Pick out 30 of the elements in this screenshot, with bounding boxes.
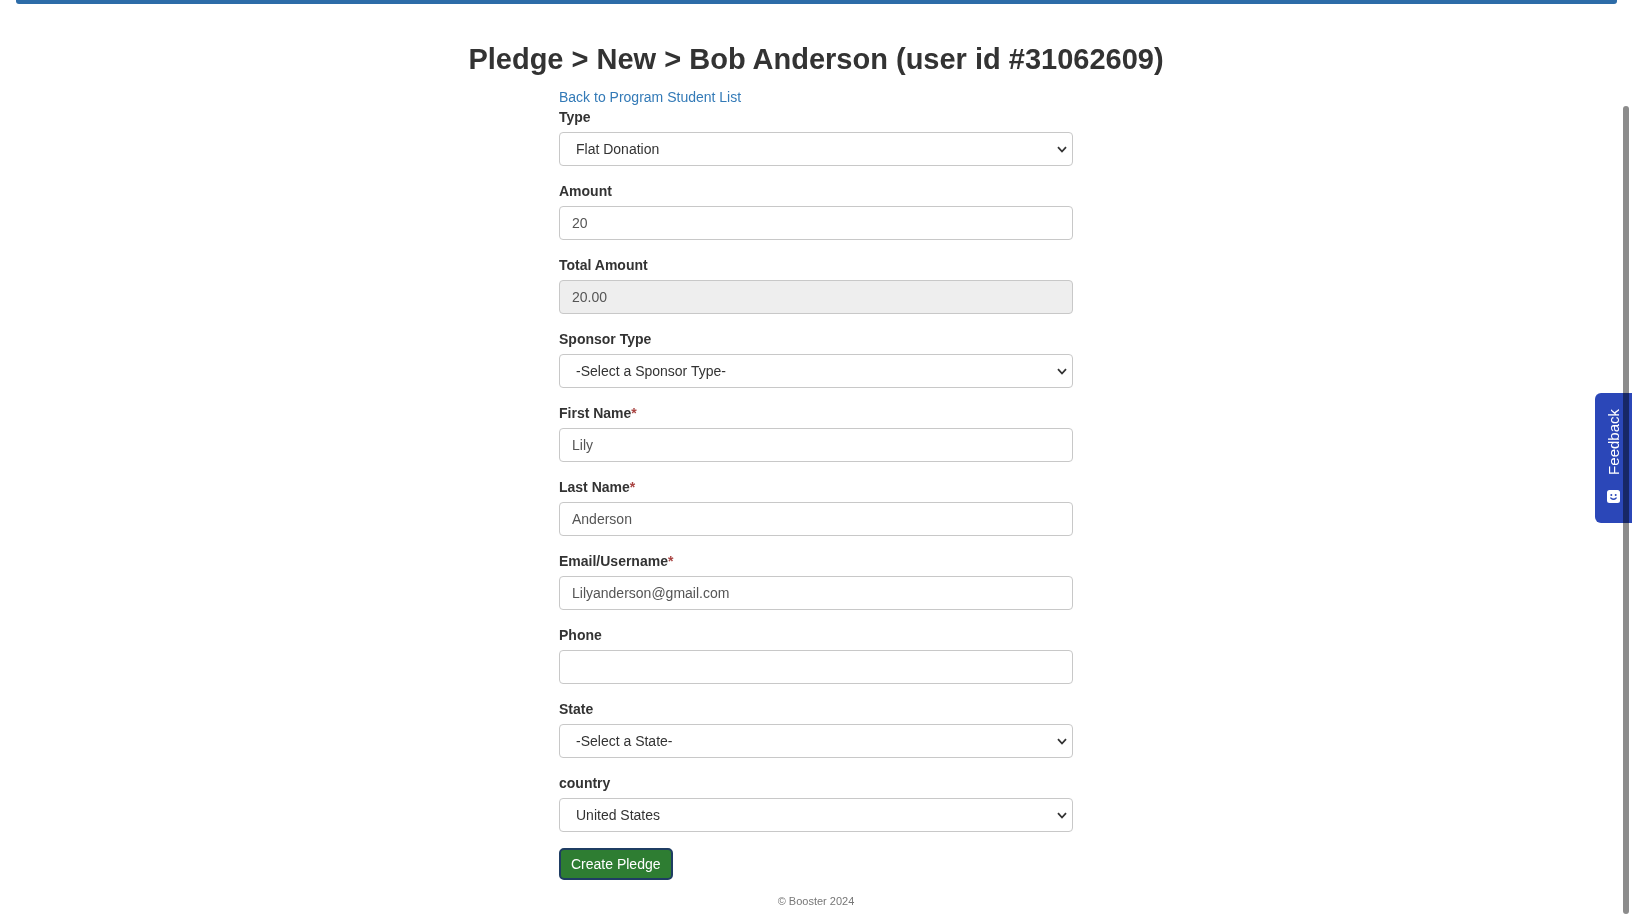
field-label: First Name*	[559, 404, 637, 423]
field-label: Total Amount	[559, 256, 648, 275]
field-label: Type	[559, 108, 591, 127]
chevron-icon	[1057, 145, 1067, 153]
chevron-icon	[1057, 811, 1067, 819]
dropdown[interactable]: Flat Donation	[559, 132, 1073, 166]
smiley-icon	[1607, 489, 1620, 503]
dropdown[interactable]: -Select a Sponsor Type-	[559, 354, 1073, 388]
input-field[interactable]: Lily	[559, 428, 1073, 462]
field-label: Last Name*	[559, 478, 636, 497]
input-field[interactable]: Lilyanderson@gmail.com	[559, 576, 1073, 610]
copyright-text: © Booster 2024	[777, 894, 855, 909]
back-link[interactable]: Back to Program Student List	[559, 87, 742, 107]
field-label: Phone	[559, 626, 602, 645]
field-label: Email/Username*	[559, 552, 674, 571]
page-title: Pledge > New > Bob Anderson (user id #31062609)	[468, 42, 1164, 77]
input-field[interactable]	[559, 650, 1073, 684]
submit-button[interactable]: Create Pledge	[559, 848, 673, 880]
feedback-tab[interactable]: Feedback	[1595, 393, 1632, 523]
field-label: State	[559, 700, 594, 719]
input-field[interactable]: Anderson	[559, 502, 1073, 536]
field-label: Sponsor Type	[559, 330, 652, 349]
chevron-icon	[1057, 367, 1067, 375]
dropdown[interactable]: United States	[559, 798, 1073, 832]
input-field[interactable]: 20	[559, 206, 1073, 240]
chevron-icon	[1057, 737, 1067, 745]
field-label: Amount	[559, 182, 612, 201]
dropdown[interactable]: -Select a State-	[559, 724, 1073, 758]
field-label: country	[559, 774, 611, 793]
scrollbar-thumb[interactable]	[1623, 106, 1629, 914]
